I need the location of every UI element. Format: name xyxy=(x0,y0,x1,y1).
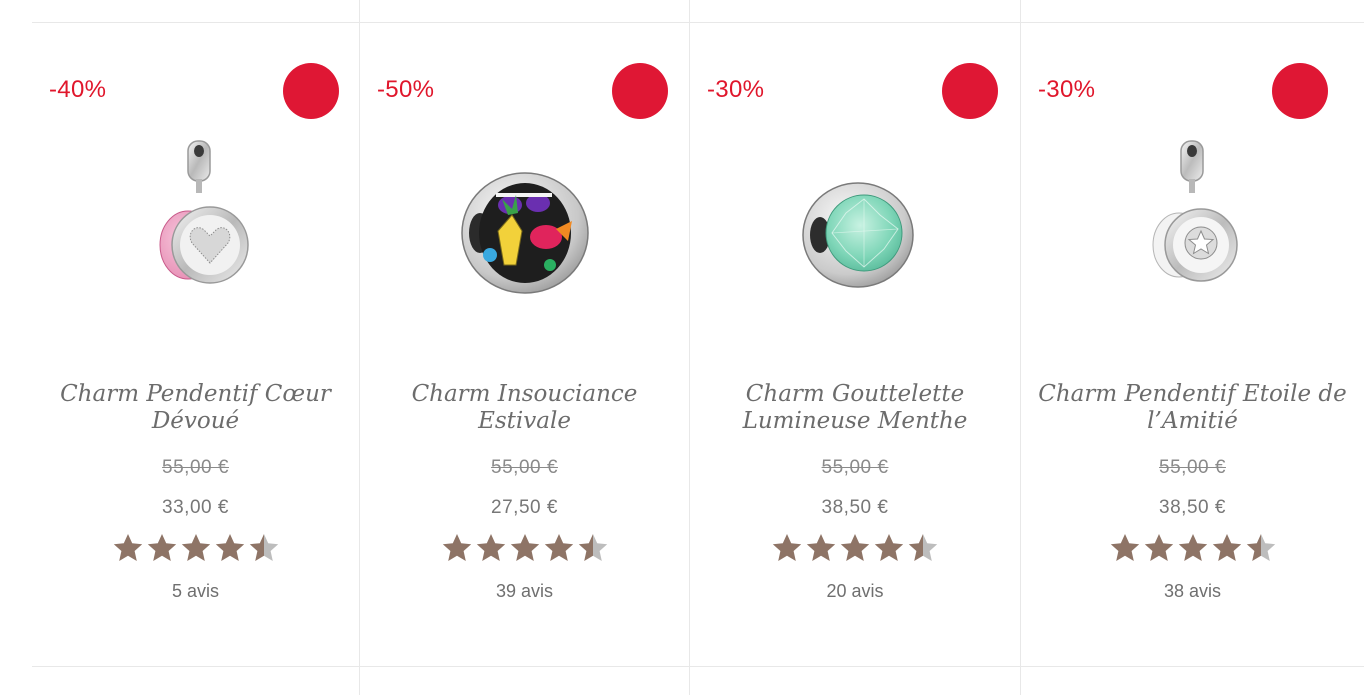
star-dangle-charm-icon xyxy=(1152,140,1238,282)
rating-stars xyxy=(32,532,359,568)
wishlist-badge[interactable] xyxy=(612,63,668,119)
star-icon xyxy=(1246,534,1275,561)
product-card[interactable]: -40% Charm Pendentif Cœur Dévoué 55,00 €… xyxy=(32,23,359,666)
star-icon xyxy=(1212,534,1241,561)
pink-heart-dangle-charm-icon xyxy=(159,140,249,284)
star-icon xyxy=(215,534,244,561)
star-icon xyxy=(578,534,607,561)
product-name[interactable]: Charm Pendentif Cœur Dévoué xyxy=(40,381,351,435)
sale-price: 38,50 € xyxy=(821,497,889,518)
star-icon xyxy=(874,534,904,561)
rating-stars xyxy=(360,532,689,568)
rating-stars xyxy=(690,532,1020,568)
original-price: 55,00 € xyxy=(162,457,229,478)
star-icon xyxy=(840,534,870,561)
original-price: 55,00 € xyxy=(491,457,558,478)
mint-droplet-charm-icon xyxy=(802,182,914,288)
product-name[interactable]: Charm Gouttelette Lumineuse Menthe xyxy=(698,381,1012,435)
star-icon xyxy=(806,534,836,561)
product-grid-page: -40% Charm Pendentif Cœur Dévoué 55,00 €… xyxy=(0,0,1364,695)
review-count[interactable]: 20 avis xyxy=(690,581,1020,602)
star-icon xyxy=(249,534,278,561)
product-image[interactable] xyxy=(690,133,1020,333)
star-icon xyxy=(908,534,938,561)
product-name[interactable]: Charm Insouciance Estivale xyxy=(368,381,681,435)
product-image[interactable] xyxy=(360,133,689,333)
product-card[interactable]: -30% xyxy=(690,23,1020,666)
star-icon xyxy=(442,534,471,561)
product-card[interactable]: -30% xyxy=(1021,23,1364,666)
review-count[interactable]: 5 avis xyxy=(32,581,359,602)
grid-bottom-divider xyxy=(32,666,1364,667)
wishlist-badge[interactable] xyxy=(283,63,339,119)
discount-label: -30% xyxy=(707,76,765,103)
star-icon xyxy=(476,534,505,561)
discount-label: -40% xyxy=(49,76,107,103)
product-image[interactable] xyxy=(1021,133,1364,333)
discount-label: -50% xyxy=(377,76,435,103)
star-icon xyxy=(544,534,573,561)
review-count[interactable]: 38 avis xyxy=(1021,581,1364,602)
star-icon xyxy=(1144,534,1173,561)
star-icon xyxy=(113,534,142,561)
star-icon xyxy=(181,534,210,561)
sale-price: 38,50 € xyxy=(1159,497,1226,518)
review-count[interactable]: 39 avis xyxy=(360,581,689,602)
wishlist-badge[interactable] xyxy=(942,63,998,119)
product-grid: -40% Charm Pendentif Cœur Dévoué 55,00 €… xyxy=(32,23,1364,666)
sale-price: 27,50 € xyxy=(491,497,558,518)
product-image[interactable] xyxy=(32,133,359,333)
product-card[interactable]: -50% Charm Insouciance Estivale 55,00 € … xyxy=(360,23,689,666)
original-price: 55,00 € xyxy=(821,457,889,478)
wishlist-badge[interactable] xyxy=(1272,63,1328,119)
star-icon xyxy=(147,534,176,561)
discount-label: -30% xyxy=(1038,76,1096,103)
original-price: 55,00 € xyxy=(1159,457,1226,478)
star-icon xyxy=(1110,534,1139,561)
product-name[interactable]: Charm Pendentif Etoile de l’Amitié xyxy=(1029,381,1356,435)
star-icon xyxy=(510,534,539,561)
star-icon xyxy=(772,534,802,561)
summer-fun-charm-icon xyxy=(460,172,589,294)
sale-price: 33,00 € xyxy=(162,497,229,518)
rating-stars xyxy=(1021,532,1364,568)
star-icon xyxy=(1178,534,1207,561)
